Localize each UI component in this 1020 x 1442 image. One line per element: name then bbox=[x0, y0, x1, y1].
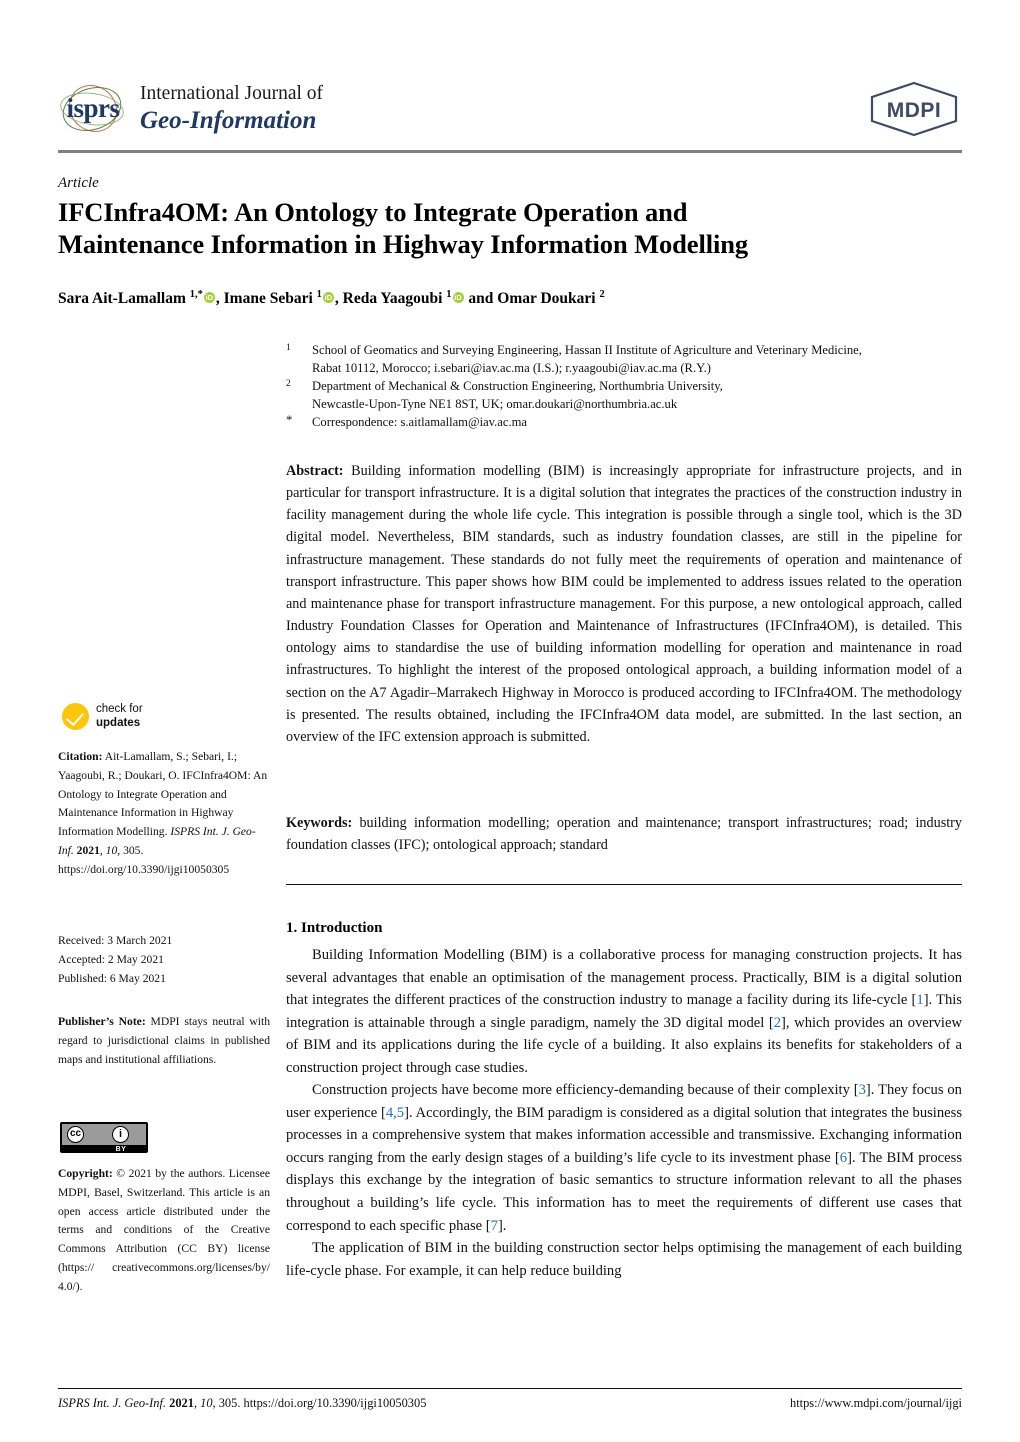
copyright-block: Copyright: © 2021 by the authors. Licens… bbox=[58, 1165, 270, 1296]
author-1-sup: 1,* bbox=[189, 289, 203, 300]
publisher-note-label: Publisher’s Note: bbox=[58, 1015, 146, 1028]
author-list: Sara Ait-Lamallam 1,* iD, Imane Sebari 1i… bbox=[58, 288, 958, 309]
publication-dates: Received: 3 March 2021 Accepted: 2 May 2… bbox=[58, 932, 270, 988]
keywords-label: Keywords: bbox=[286, 815, 353, 831]
citation-doi-link[interactable]: https://doi.org/10.3390/ijgi10050305 bbox=[58, 863, 229, 876]
body-text-run: Construction projects have become more e… bbox=[312, 1082, 859, 1099]
citation-volume: , 10 bbox=[99, 843, 118, 857]
isprs-wordmark: isprs bbox=[66, 93, 120, 123]
citation-year: 2021 bbox=[73, 843, 100, 857]
check-updates-line1: check for bbox=[96, 703, 143, 715]
affiliation-marker: * bbox=[286, 412, 293, 427]
body-paragraph: Construction projects have become more e… bbox=[286, 1079, 962, 1237]
author-3-sup: 1 bbox=[446, 289, 452, 300]
date-accepted: Accepted: 2 May 2021 bbox=[58, 952, 164, 966]
check-for-updates-badge[interactable]: check for updates bbox=[62, 703, 143, 731]
footer-journal: ISPRS Int. J. Geo-Inf. bbox=[58, 1396, 167, 1410]
date-published: Published: 6 May 2021 bbox=[58, 971, 166, 985]
page-header: isprs International Journal of Geo-Infor… bbox=[56, 75, 962, 142]
author-1-name: Sara Ait-Lamallam bbox=[58, 290, 190, 308]
cc-glyph: cc bbox=[67, 1126, 84, 1143]
publisher-note: Publisher’s Note: MDPI stays neutral wit… bbox=[58, 1013, 270, 1069]
footer-year: 2021 bbox=[166, 1396, 194, 1410]
journal-title: International Journal of Geo-Information bbox=[140, 82, 323, 136]
isprs-logo-icon: isprs bbox=[56, 75, 128, 142]
affiliation-text: Correspondence: s.aitlamallam@iav.ac.ma bbox=[312, 414, 527, 429]
affiliation-marker: 2 bbox=[286, 378, 291, 389]
page-footer: ISPRS Int. J. Geo-Inf. 2021, 10, 305. ht… bbox=[58, 1396, 962, 1411]
page-title: IFCInfra4OM: An Ontology to Integrate Op… bbox=[58, 196, 958, 261]
citation-link[interactable]: 4,5 bbox=[386, 1105, 404, 1121]
checkmark-icon bbox=[62, 703, 89, 731]
header-divider bbox=[58, 150, 962, 153]
footer-doi: , 305. https://doi.org/10.3390/ijgi10050… bbox=[212, 1396, 427, 1410]
mdpi-logo-icon: MDPI bbox=[866, 80, 962, 138]
check-updates-line2: updates bbox=[96, 716, 141, 729]
body-text-run: The application of BIM in the building c… bbox=[286, 1240, 962, 1279]
abstract-divider bbox=[286, 884, 962, 885]
page-title-line1: IFCInfra4OM: An Ontology to Integrate Op… bbox=[58, 197, 688, 227]
citation-block: Citation: Ait-Lamallam, S.; Sebari, I.; … bbox=[58, 748, 270, 879]
author-2-sup: 1 bbox=[316, 289, 322, 300]
citation-link[interactable]: 6 bbox=[840, 1150, 847, 1166]
author-4-sup: 2 bbox=[599, 289, 605, 300]
introduction-body: Building Information Modelling (BIM) is … bbox=[286, 944, 962, 1282]
copyright-label: Copyright: bbox=[58, 1167, 113, 1180]
orcid-icon[interactable]: iD bbox=[203, 292, 215, 304]
abstract-text: Building information modelling (BIM) is … bbox=[286, 463, 962, 745]
footer-divider bbox=[58, 1388, 962, 1390]
abstract-label: Abstract: bbox=[286, 463, 344, 479]
article-type-label: Article bbox=[58, 175, 99, 191]
orcid-icon[interactable]: iD bbox=[452, 292, 464, 304]
page-title-line2: Maintenance Information in Highway Infor… bbox=[58, 229, 749, 260]
affiliation-row: * Correspondence: s.aitlamallam@iav.ac.ma bbox=[286, 412, 962, 432]
footer-volume: , 10 bbox=[193, 1396, 213, 1410]
body-text-run: ]. bbox=[497, 1217, 507, 1234]
journal-branding: isprs International Journal of Geo-Infor… bbox=[56, 75, 323, 142]
cc-by-label: BY bbox=[115, 1146, 127, 1153]
paper-page: isprs International Journal of Geo-Infor… bbox=[0, 0, 1020, 1442]
journal-title-line2: Geo-Information bbox=[140, 107, 317, 135]
body-paragraph: Building Information Modelling (BIM) is … bbox=[286, 944, 962, 1079]
affiliation-text: School of Geomatics and Surveying Engine… bbox=[312, 343, 862, 375]
citation-pages: , 305. bbox=[117, 843, 144, 857]
orcid-icon[interactable]: iD bbox=[322, 292, 334, 304]
citation-link[interactable]: 7 bbox=[491, 1218, 498, 1234]
author-separator-3: and Omar Doukari bbox=[464, 290, 600, 308]
citation-link[interactable]: 3 bbox=[859, 1082, 866, 1098]
affiliation-row: 2 Department of Mechanical & Construction… bbox=[286, 378, 962, 414]
footer-journal-url[interactable]: https://www.mdpi.com/journal/ijgi bbox=[790, 1396, 962, 1411]
body-text-run: Building Information Modelling (BIM) is … bbox=[286, 947, 962, 1009]
by-person-glyph: i bbox=[112, 1126, 129, 1143]
keywords-text: building information modelling; operatio… bbox=[286, 815, 962, 854]
affiliation-list: 1 School of Geomatics and Surveying Engin… bbox=[286, 342, 962, 431]
author-separator-1: , Imane Sebari bbox=[215, 290, 317, 308]
affiliation-text: Department of Mechanical & Construction … bbox=[312, 378, 723, 411]
author-separator-2: , Reda Yaagoubi bbox=[334, 290, 447, 308]
keywords-section: Keywords: building information modelling… bbox=[286, 812, 962, 856]
citation-label: Citation: bbox=[58, 750, 103, 763]
date-received: Received: 3 March 2021 bbox=[58, 934, 173, 947]
check-for-updates-label: check for updates bbox=[96, 703, 143, 730]
citation-link[interactable]: 1 bbox=[916, 992, 923, 1008]
footer-citation: ISPRS Int. J. Geo-Inf. 2021, 10, 305. ht… bbox=[58, 1396, 426, 1411]
citation-link[interactable]: 2 bbox=[774, 1015, 781, 1031]
affiliation-marker: 1 bbox=[286, 343, 291, 353]
copyright-text: © 2021 by the authors. Licensee MDPI, Ba… bbox=[58, 1167, 270, 1293]
abstract-section: Abstract: Building information modelling… bbox=[286, 460, 962, 748]
affiliation-row: 1 School of Geomatics and Surveying Engin… bbox=[286, 342, 962, 378]
section-heading-introduction: 1. Introduction bbox=[286, 920, 383, 936]
creative-commons-badge-icon[interactable]: cc i BY bbox=[60, 1122, 148, 1153]
svg-text:MDPI: MDPI bbox=[887, 99, 942, 122]
body-paragraph: The application of BIM in the building c… bbox=[286, 1237, 962, 1282]
journal-title-line1: International Journal of bbox=[140, 83, 324, 105]
